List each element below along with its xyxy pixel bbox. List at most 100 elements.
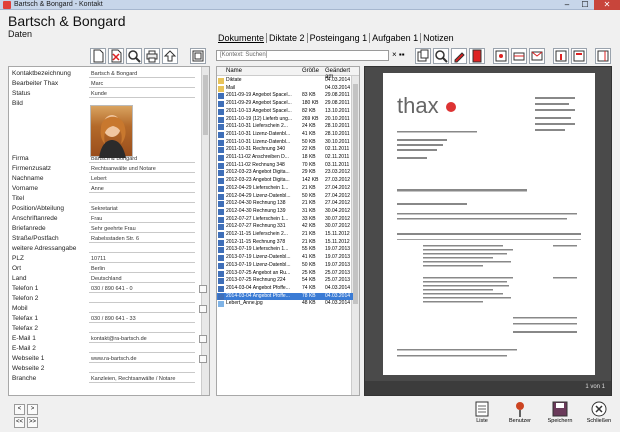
field-input[interactable] bbox=[89, 345, 195, 353]
delete-button[interactable] bbox=[108, 48, 124, 64]
file-name: 2012-07-27 Rechnung 331 bbox=[226, 223, 286, 230]
list-button[interactable]: Liste bbox=[469, 400, 495, 428]
file-row[interactable]: 2014-03-04 Angebot Pfoffe... 74 KB 04.03.2… bbox=[217, 285, 353, 293]
field-input[interactable] bbox=[89, 325, 195, 333]
file-row[interactable]: 2012-07-27 Lieferschein 1... 33 KB 30.07.2… bbox=[217, 216, 353, 224]
file-row[interactable]: 2011-10-13 Angebot Spacel... 82 KB 13.10.2… bbox=[217, 108, 353, 116]
file-row[interactable]: 2013-07-19 Lizenz-Datenbl... 50 KB 19.07.2… bbox=[217, 262, 353, 270]
zoom-button[interactable] bbox=[433, 48, 449, 64]
tab-notizen[interactable]: Notizen bbox=[421, 33, 456, 43]
new-document-button[interactable] bbox=[90, 48, 106, 64]
prev-record-button[interactable]: < bbox=[14, 404, 25, 415]
field-input[interactable]: Sehr geehrte Frau bbox=[89, 225, 195, 233]
file-row[interactable]: 2014-03-04 Angebot Pfoffe... 78 KB 04.03.2… bbox=[217, 292, 353, 301]
file-row[interactable]: 2011-11-02 Anschreiben D... 18 KB 02.11.20… bbox=[217, 154, 353, 162]
field-input[interactable]: 030 / 890 641 - 0 bbox=[89, 285, 195, 293]
form-scrollbar-thumb[interactable] bbox=[203, 75, 208, 135]
search-button[interactable] bbox=[126, 48, 142, 64]
file-row[interactable]: 2012-03-23 Angebot Digita... 29 KB 23.03.2… bbox=[217, 169, 353, 177]
scan-button[interactable] bbox=[511, 48, 527, 64]
field-input[interactable]: www.ra-bartsch.de bbox=[89, 355, 195, 363]
file-row[interactable]: Lebert_Anne.jpg 48 KB 04.03.2014 bbox=[217, 300, 353, 308]
clear-search-button[interactable]: × ▪▪ bbox=[392, 50, 405, 59]
file-row[interactable]: 2013-07-19 Lizenz-Datenbl... 41 KB 19.07.2… bbox=[217, 254, 353, 262]
file-row[interactable]: 2011-11-02 Rechnung 348 70 KB 03.11.2011 bbox=[217, 162, 353, 170]
search-input[interactable]: [Kontext: Suchen] bbox=[216, 50, 389, 61]
web-icon[interactable] bbox=[199, 355, 207, 363]
file-row[interactable]: 2011-09-29 Angebot Spacel... 180 KB 29.08.… bbox=[217, 100, 353, 108]
file-list-scrollbar-thumb[interactable] bbox=[353, 84, 358, 304]
field-input[interactable]: Lebert bbox=[89, 175, 195, 183]
field-input[interactable] bbox=[89, 245, 195, 253]
mark-button[interactable] bbox=[451, 48, 467, 64]
file-row[interactable]: 2011-09-19 Angebot Spacel... 83 KB 29.08.2… bbox=[217, 92, 353, 100]
archive-button[interactable] bbox=[493, 48, 509, 64]
field-input[interactable]: Bartsch & Bongard bbox=[89, 70, 195, 78]
file-row[interactable]: 2012-04-30 Rechnung 138 21 KB 27.04.2012 bbox=[217, 200, 353, 208]
close-button[interactable]: Schließen bbox=[586, 400, 612, 428]
file-row[interactable]: Diktate 04.03.2014 bbox=[217, 77, 353, 85]
call-icon[interactable] bbox=[199, 305, 207, 313]
file-row[interactable]: 2012-11-15 Lieferschein 2... 21 KB 15.11.2… bbox=[217, 231, 353, 239]
field-input[interactable]: Sekretariat bbox=[89, 205, 195, 213]
file-row[interactable]: 2013-07-19 Lieferschein 1... 55 KB 19.07.2… bbox=[217, 246, 353, 254]
column-size[interactable]: Größe bbox=[302, 68, 319, 74]
file-row[interactable]: Mail 04.03.2014 bbox=[217, 85, 353, 93]
field-input[interactable] bbox=[89, 305, 195, 313]
print-button[interactable] bbox=[144, 48, 160, 64]
form-scrollbar[interactable] bbox=[201, 67, 209, 395]
field-input[interactable] bbox=[89, 295, 195, 303]
last-record-button[interactable]: >> bbox=[27, 417, 38, 428]
save-button[interactable]: Speichern bbox=[547, 400, 573, 428]
file-row[interactable]: 2011-10-19 (12) Lieferb ung... 269 KB 20.1… bbox=[217, 116, 353, 124]
next-record-button[interactable]: > bbox=[27, 404, 38, 415]
file-row[interactable]: 2012-04-30 Rechnung 139 31 KB 30.04.2012 bbox=[217, 208, 353, 216]
user-button[interactable]: Benutzer bbox=[507, 400, 533, 428]
file-row[interactable]: 2012-07-27 Rechnung 331 42 KB 30.07.2012 bbox=[217, 223, 353, 231]
tab-posteingang[interactable]: Posteingang 1 bbox=[308, 33, 371, 43]
field-input[interactable]: 030 / 890 641 - 33 bbox=[89, 315, 195, 323]
close-window-button[interactable]: ✕ bbox=[594, 0, 620, 10]
maximize-button[interactable]: ☐ bbox=[576, 0, 594, 10]
field-input[interactable]: Marc bbox=[89, 80, 195, 88]
detach-button[interactable] bbox=[595, 48, 611, 64]
field-input[interactable]: Deutschland bbox=[89, 275, 195, 283]
tab-diktate[interactable]: Diktate 2 bbox=[267, 33, 308, 43]
first-record-button[interactable]: << bbox=[14, 417, 25, 428]
field-input[interactable] bbox=[89, 365, 195, 373]
column-name[interactable]: Name bbox=[226, 68, 242, 74]
email-icon[interactable] bbox=[199, 335, 207, 343]
field-input[interactable]: Anne bbox=[89, 185, 195, 193]
file-row[interactable]: 2012-03-23 Angebot Digita... 142 KB 27.03.… bbox=[217, 177, 353, 185]
field-input[interactable]: 10711 bbox=[89, 255, 195, 263]
file-row[interactable]: 2012-04-29 Lizenz-Datenbl... 50 KB 27.04.2… bbox=[217, 193, 353, 201]
file-row[interactable]: 2012-04-29 Lieferschein 1... 21 KB 27.04.2… bbox=[217, 185, 353, 193]
fullscreen-button[interactable] bbox=[571, 48, 587, 64]
document-red-button[interactable] bbox=[469, 48, 485, 64]
info-button[interactable] bbox=[553, 48, 569, 64]
field-input[interactable]: Kunde bbox=[89, 90, 195, 98]
file-row[interactable]: 2013-07-25 Angebot an Ru... 25 KB 25.07.20… bbox=[217, 270, 353, 278]
settings-button[interactable] bbox=[190, 48, 206, 64]
file-row[interactable]: 2013-07-25 Rechnung 224 54 KB 25.07.2013 bbox=[217, 277, 353, 285]
field-input[interactable]: Rechtsanwälte und Notare bbox=[89, 165, 195, 173]
field-input[interactable]: Rabelsstaden Str. 6 bbox=[89, 235, 195, 243]
field-input[interactable] bbox=[89, 195, 195, 203]
mail-button[interactable] bbox=[529, 48, 545, 64]
file-row[interactable]: 2011-10-31 Lieferschein 2... 24 KB 28.10.2… bbox=[217, 123, 353, 131]
field-input[interactable]: kontakt@ra-bartsch.de bbox=[89, 335, 195, 343]
field-input[interactable]: Berlin bbox=[89, 265, 195, 273]
file-row[interactable]: 2011-10-31 Rechnung 340 22 KB 02.11.2011 bbox=[217, 146, 353, 154]
tab-aufgaben[interactable]: Aufgaben 1 bbox=[370, 33, 422, 43]
export-button[interactable] bbox=[162, 48, 178, 64]
call-icon[interactable] bbox=[199, 285, 207, 293]
contact-photo[interactable] bbox=[90, 105, 133, 158]
tab-dokumente[interactable]: Dokumente bbox=[216, 33, 268, 43]
minimize-button[interactable]: – bbox=[558, 0, 576, 10]
file-row[interactable]: 2011-10-31 Lizenz-Datenbl... 41 KB 28.10.2… bbox=[217, 131, 353, 139]
file-row[interactable]: 2011-10-31 Lizenz-Datenbl... 50 KB 30.10.2… bbox=[217, 139, 353, 147]
file-row[interactable]: 2012-11-15 Rechnung 378 21 KB 15.11.2012 bbox=[217, 239, 353, 247]
copy-button[interactable] bbox=[415, 48, 431, 64]
field-input[interactable]: Kanzleien, Rechtsanwälte / Notare bbox=[89, 375, 195, 383]
field-input[interactable]: Frau bbox=[89, 215, 195, 223]
